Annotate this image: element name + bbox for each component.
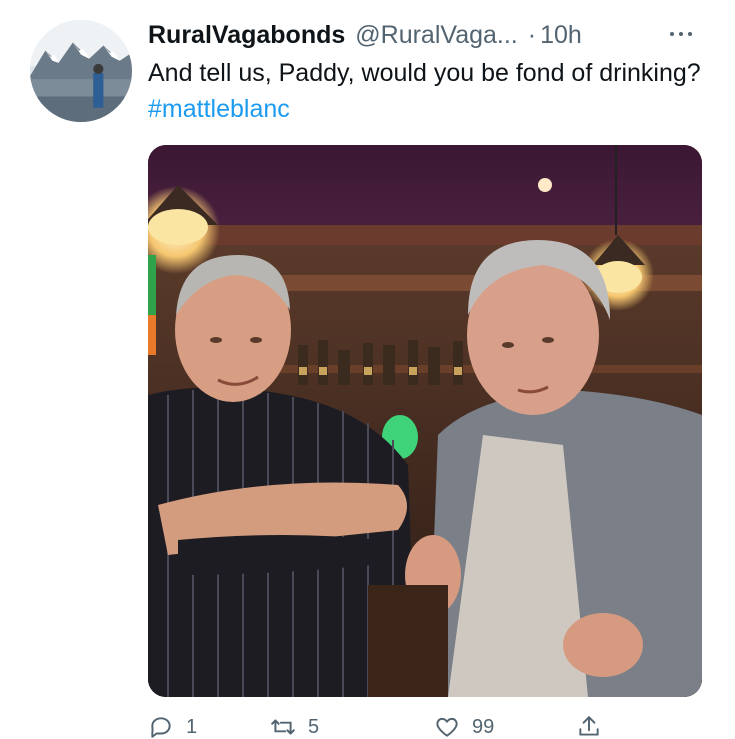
timestamp[interactable]: 10h <box>540 21 582 50</box>
avatar[interactable] <box>30 20 132 122</box>
author-name[interactable]: RuralVagabonds <box>148 21 345 50</box>
like-count: 99 <box>472 715 495 738</box>
photo-pub-scene <box>148 145 702 697</box>
tweet-photo[interactable] <box>148 145 702 697</box>
author-handle[interactable]: @RuralVaga... <box>355 21 518 50</box>
share-button[interactable] <box>576 712 614 739</box>
retweet-icon <box>271 719 295 735</box>
reply-count: 1 <box>186 715 198 738</box>
avatar-image <box>30 20 132 122</box>
tweet-body: And tell us, Paddy, would you be fond of… <box>148 59 701 87</box>
retweet-count: 5 <box>308 715 320 738</box>
reply-button[interactable]: 1 <box>148 712 197 739</box>
share-icon <box>579 716 599 736</box>
separator-dot: · <box>527 20 537 49</box>
like-button[interactable]: 99 <box>434 712 494 739</box>
heart-icon <box>436 717 458 737</box>
more-horizontal-icon[interactable] <box>662 19 702 49</box>
reply-icon <box>151 717 171 738</box>
retweet-button[interactable]: 5 <box>270 712 319 739</box>
hashtag-link[interactable]: #mattleblanc <box>148 95 290 123</box>
tweet-header: RuralVagabonds @RuralVaga... · 10h <box>148 17 708 53</box>
tweet-actions: 1 5 99 <box>148 712 628 739</box>
tweet-text: And tell us, Paddy, would you be fond of… <box>148 55 708 127</box>
